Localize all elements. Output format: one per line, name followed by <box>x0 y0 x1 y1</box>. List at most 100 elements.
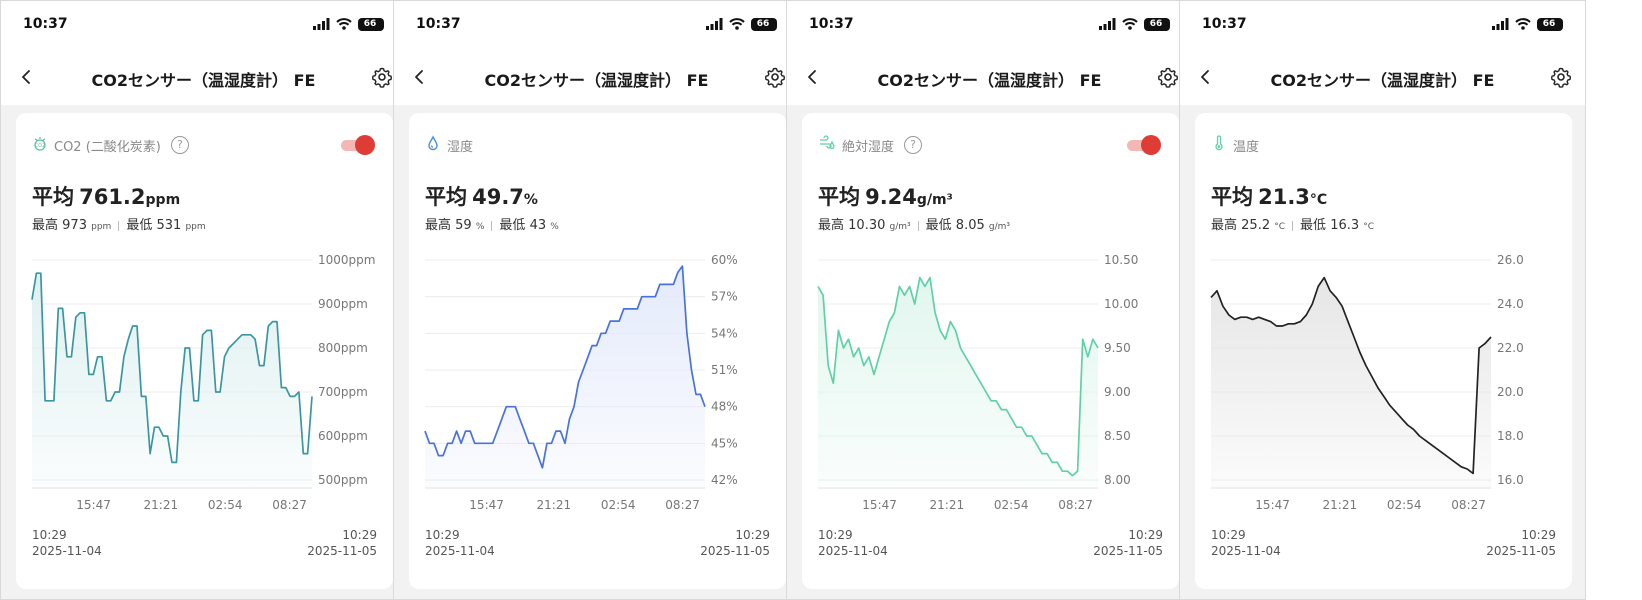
status-time: 10:37 <box>416 16 461 32</box>
line-chart: 1000ppm 900ppm 800ppm 700ppm 600ppm 500ppm 15:… <box>31 253 375 512</box>
signal-icon <box>1492 15 1509 34</box>
back-button[interactable] <box>408 65 432 89</box>
help-icon[interactable]: ? <box>170 136 189 154</box>
range-start-date: 2025-11-04 <box>425 544 495 558</box>
range-end: 10:29 2025-11-05 <box>1486 527 1556 559</box>
range-start-time: 10:29 <box>425 528 460 542</box>
average-unit: °C <box>1309 192 1328 208</box>
average-value: 平均 9.24g/m³ <box>818 181 953 211</box>
battery-icon: 66 <box>1537 17 1563 31</box>
min-label: 最低 <box>1300 218 1327 233</box>
settings-button[interactable] <box>370 65 394 89</box>
sensor-header: 温度 <box>1211 135 1259 155</box>
y-tick-label: 900ppm <box>318 297 368 311</box>
average-label: 平均 <box>818 185 860 209</box>
range-end: 10:29 2025-11-05 <box>1093 527 1163 559</box>
sensor-name: 湿度 <box>447 139 474 155</box>
range-start-time: 10:29 <box>1211 528 1246 542</box>
sensor-card: 絶対湿度? 平均 9.24g/m³ 最高 10.30 g/m³ 最低 8.05 g/m… <box>802 113 1179 589</box>
series-area <box>818 277 1098 488</box>
min-unit: % <box>550 222 559 232</box>
max-value: 973 <box>62 218 87 233</box>
series-area <box>1211 277 1491 488</box>
battery-level: 66 <box>1542 18 1556 29</box>
x-tick-label: 21:21 <box>1323 498 1358 512</box>
y-tick-label: 57% <box>711 290 738 304</box>
x-tick-label: 02:54 <box>208 498 243 512</box>
range-start-date: 2025-11-04 <box>818 544 888 558</box>
min-label: 最低 <box>925 218 952 233</box>
settings-button[interactable] <box>1156 65 1180 89</box>
back-button[interactable] <box>1194 65 1218 89</box>
x-tick-label: 15:47 <box>469 498 504 512</box>
range-end-time: 10:29 <box>1521 528 1556 542</box>
y-tick-label: 20.0 <box>1497 385 1524 399</box>
y-tick-label: 700ppm <box>318 385 368 399</box>
max-min-values: 最高 10.30 g/m³ 最低 8.05 g/m³ <box>818 214 1010 233</box>
y-tick-label: 8.50 <box>1104 429 1131 443</box>
humidity-drop-icon <box>425 135 441 155</box>
divider <box>1292 220 1294 231</box>
min-value: 531 <box>156 218 182 233</box>
thermometer-icon <box>1211 135 1227 155</box>
help-icon[interactable]: ? <box>904 136 923 154</box>
y-tick-label: 42% <box>711 473 738 487</box>
phone-screen: 10:37 66 CO2センサー（温湿度計） FE 絶対湿度? 平均 9.24g/m³ 最… <box>786 0 1193 600</box>
alert-toggle[interactable] <box>1127 135 1161 155</box>
y-tick-label: 16.0 <box>1497 473 1524 487</box>
screenshots-row: 10:37 66 CO2センサー（温湿度計） FE CO2 CO2 (二酸化炭素)? 平均… <box>0 0 1642 600</box>
max-min-values: 最高 973 ppm 最低 531 ppm <box>32 214 206 233</box>
average-number: 21.3 <box>1258 185 1310 209</box>
phone-screen: 10:37 66 CO2センサー（温湿度計） FE 温度 平均 21.3°C 最高 25.… <box>1179 0 1586 600</box>
x-tick-label: 08:27 <box>1451 498 1486 512</box>
max-value: 10.30 <box>848 218 886 233</box>
battery-level: 66 <box>1149 18 1163 29</box>
settings-button[interactable] <box>763 65 787 89</box>
back-button[interactable] <box>15 65 39 89</box>
page-title: CO2センサー（温湿度計） FE <box>1270 71 1495 90</box>
co2-icon: CO2 <box>32 135 48 155</box>
range-end: 10:29 2025-11-05 <box>700 527 770 559</box>
y-tick-label: 60% <box>711 253 738 267</box>
status-time: 10:37 <box>23 16 68 32</box>
line-chart: 26.0 24.0 22.0 20.0 18.0 16.0 15:47 21:21 02:54 0… <box>1210 253 1524 512</box>
x-tick-label: 21:21 <box>144 498 179 512</box>
y-tick-label: 45% <box>711 436 738 450</box>
gear-icon <box>1551 67 1571 88</box>
chevron-left-icon <box>415 70 423 84</box>
y-tick-label: 22.0 <box>1497 341 1524 355</box>
battery-icon: 66 <box>358 17 384 31</box>
max-unit: % <box>475 222 485 232</box>
max-label: 最高 <box>32 218 59 233</box>
average-value: 平均 49.7% <box>425 181 538 211</box>
max-unit: °C <box>1274 222 1286 232</box>
divider <box>118 220 120 231</box>
alert-toggle[interactable] <box>341 135 375 155</box>
y-tick-label: 26.0 <box>1497 253 1524 267</box>
max-min-values: 最高 59 % 最低 43 % <box>425 214 559 233</box>
range-start-time: 10:29 <box>32 528 67 542</box>
settings-button[interactable] <box>1549 65 1573 89</box>
sensor-name: CO2 (二酸化炭素) <box>54 139 161 155</box>
page-title: CO2センサー（温湿度計） FE <box>91 71 316 90</box>
y-tick-label: 1000ppm <box>318 253 375 267</box>
sensor-card: 温度 平均 21.3°C 最高 25.2 °C 最低 16.3 °C 26.0 24.0 2… <box>1195 113 1572 589</box>
range-end: 10:29 2025-11-05 <box>307 527 377 559</box>
average-number: 761.2 <box>79 185 146 209</box>
average-unit: g/m³ <box>916 192 953 208</box>
divider <box>491 220 493 231</box>
sensor-name: 絶対湿度 <box>842 139 895 155</box>
range-end-time: 10:29 <box>1128 528 1163 542</box>
status-bar: 10:37 66 <box>394 1 799 49</box>
min-unit: g/m³ <box>988 222 1011 232</box>
x-tick-label: 02:54 <box>1387 498 1422 512</box>
range-end-date: 2025-11-05 <box>1093 544 1163 558</box>
average-number: 9.24 <box>865 185 917 209</box>
status-time: 10:37 <box>1202 16 1247 32</box>
x-tick-label: 21:21 <box>930 498 965 512</box>
y-tick-label: 9.00 <box>1104 385 1131 399</box>
chevron-left-icon <box>22 70 30 84</box>
average-label: 平均 <box>1211 185 1253 209</box>
back-button[interactable] <box>801 65 825 89</box>
x-tick-label: 15:47 <box>862 498 897 512</box>
